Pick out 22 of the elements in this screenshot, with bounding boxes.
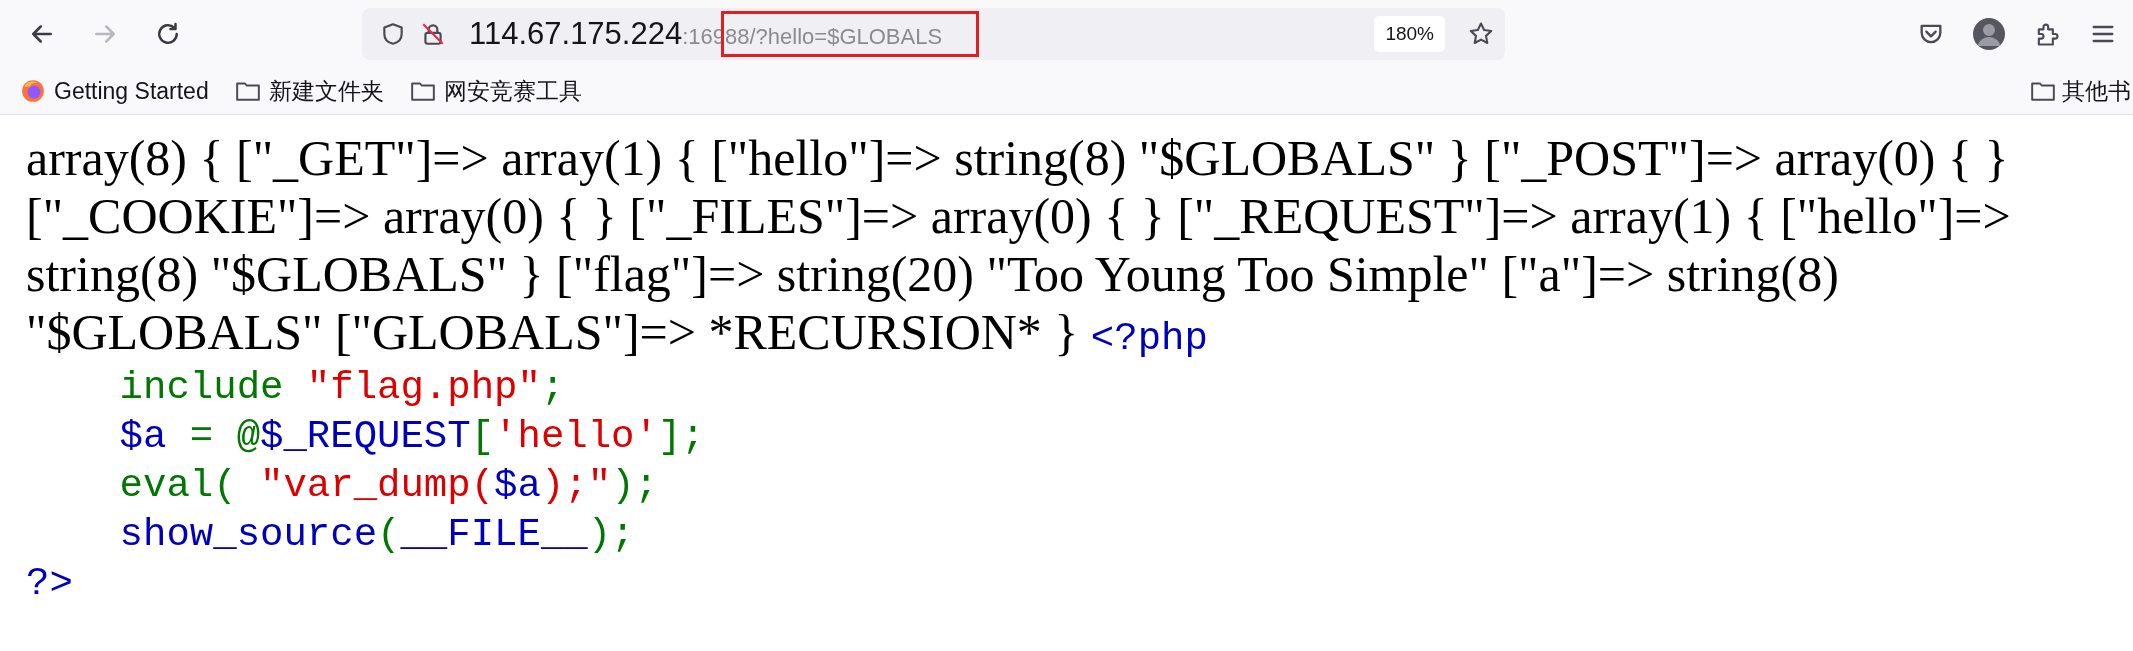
bookmark-item[interactable]: Getting Started (20, 73, 209, 109)
insecure-lock-icon[interactable] (420, 21, 446, 47)
bookmark-item[interactable]: 网安竞赛工具 (409, 73, 582, 109)
shield-icon[interactable] (380, 21, 406, 47)
folder-icon (2030, 79, 2056, 103)
code-line: eval( "var_dump($a);"); (118, 464, 658, 508)
bookmark-label: Getting Started (54, 76, 209, 106)
folder-icon (409, 79, 436, 103)
dump-output: array(8) { ["_GET"]=> array(1) { ["hello"]=> string(8) "$GLOBALS" } ["_POST"]=> array(0) { } ["_COOKIE"]=> array(0) { } ["_FILES"]=> array(0) { } ["_REQUEST"]=> array(1) { ["hello"]=> string(8) "$GLOBALS" } ["flag"]=> string(20) "Too Young Too Simple" ["a"]=> string(8) "$GLOBALS" ["GLOBALS"]=> *RECURSION* } <?php (26, 129, 2012, 363)
bookmark-label: 其他书 (2062, 76, 2131, 106)
bookmark-item[interactable]: 新建文件夹 (234, 73, 384, 109)
other-bookmarks-item[interactable]: 其他书 (2030, 73, 2133, 109)
code-line: include "flag.php"; (118, 366, 565, 410)
code-line: $a = @$_REQUEST['hello']; (118, 415, 705, 459)
avatar-icon[interactable] (1973, 18, 2005, 50)
code-line: show_source(__FILE__); (118, 513, 635, 557)
bookmark-label: 新建文件夹 (268, 76, 384, 106)
bookmark-label: 网安竞赛工具 (443, 76, 582, 106)
firefox-icon (20, 78, 46, 104)
code-line: ?> (26, 562, 73, 606)
zoom-level-button[interactable]: 180% (1374, 15, 1445, 53)
folder-icon (234, 79, 261, 103)
